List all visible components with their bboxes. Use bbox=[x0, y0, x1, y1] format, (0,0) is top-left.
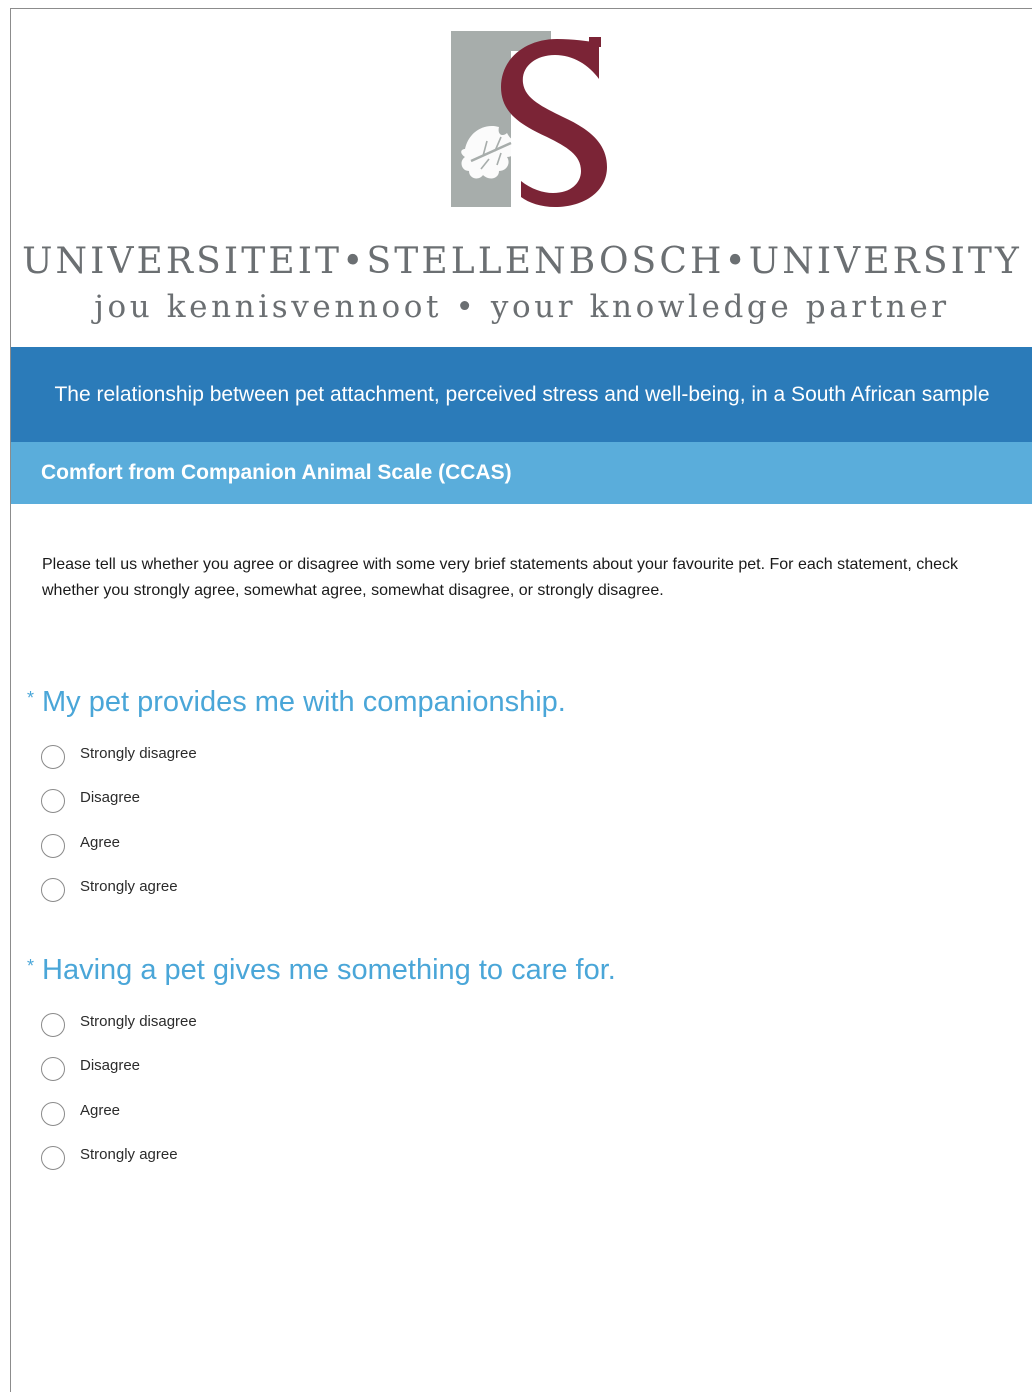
answer-option[interactable]: Agree bbox=[11, 1099, 1032, 1143]
answer-option[interactable]: Agree bbox=[11, 831, 1032, 875]
radio-button[interactable] bbox=[41, 745, 65, 769]
university-wordmark: UNIVERSITEIT•STELLENBOSCH•UNIVERSITY bbox=[22, 241, 1022, 282]
option-label[interactable]: Strongly agree bbox=[80, 1145, 178, 1165]
university-tagline: jou kennisvennoot • your knowledge partn… bbox=[94, 289, 950, 325]
answer-option[interactable]: Strongly agree bbox=[11, 875, 1032, 919]
question-block: * My pet provides me with companionship.… bbox=[11, 684, 1032, 919]
radio-button[interactable] bbox=[41, 1013, 65, 1037]
survey-title: The relationship between pet attachment,… bbox=[54, 382, 990, 406]
answer-option[interactable]: Disagree bbox=[11, 1054, 1032, 1098]
option-label[interactable]: Strongly disagree bbox=[80, 744, 197, 764]
radio-button[interactable] bbox=[41, 1057, 65, 1082]
required-marker: * bbox=[27, 956, 35, 976]
radio-button[interactable] bbox=[41, 1101, 65, 1126]
section-header-bar: Comfort from Companion Animal Scale (CCA… bbox=[11, 442, 1032, 504]
answer-option[interactable]: Strongly disagree bbox=[11, 742, 1032, 786]
radio-button[interactable] bbox=[41, 789, 65, 814]
required-marker: * bbox=[27, 688, 35, 708]
option-label[interactable]: Strongly agree bbox=[80, 877, 178, 897]
option-label[interactable]: Agree bbox=[80, 1101, 120, 1121]
survey-title-bar: The relationship between pet attachment,… bbox=[11, 347, 1032, 442]
instructions-text: Please tell us whether you agree or disa… bbox=[42, 556, 959, 599]
radio-group: Strongly disagree Disagree Agree Strongl… bbox=[11, 742, 1032, 919]
question-text: Having a pet gives me something to care … bbox=[42, 954, 616, 986]
section-title: Comfort from Companion Animal Scale (CCA… bbox=[41, 461, 512, 484]
radio-button[interactable] bbox=[41, 877, 65, 902]
question-title: * My pet provides me with companionship. bbox=[11, 684, 1032, 720]
question-title: * Having a pet gives me something to car… bbox=[11, 952, 1032, 988]
option-label[interactable]: Agree bbox=[80, 833, 120, 853]
radio-button[interactable] bbox=[41, 833, 65, 858]
answer-option[interactable]: Strongly disagree bbox=[11, 1010, 1032, 1054]
question-text: My pet provides me with companionship. bbox=[42, 686, 566, 718]
answer-option[interactable]: Disagree bbox=[11, 786, 1032, 830]
university-logo: UNIVERSITEIT•STELLENBOSCH•UNIVERSITY jou… bbox=[11, 9, 1032, 347]
radio-button[interactable] bbox=[41, 1145, 65, 1170]
option-label[interactable]: Disagree bbox=[80, 788, 140, 808]
radio-group: Strongly disagree Disagree Agree Strongl… bbox=[11, 1010, 1032, 1187]
stellenbosch-s-oakleaf-emblem-icon bbox=[451, 31, 607, 207]
question-block: * Having a pet gives me something to car… bbox=[11, 952, 1032, 1187]
answer-option[interactable]: Strongly agree bbox=[11, 1143, 1032, 1187]
option-label[interactable]: Strongly disagree bbox=[80, 1012, 197, 1032]
option-label[interactable]: Disagree bbox=[80, 1056, 140, 1076]
survey-page: UNIVERSITEIT•STELLENBOSCH•UNIVERSITY jou… bbox=[10, 8, 1032, 1392]
